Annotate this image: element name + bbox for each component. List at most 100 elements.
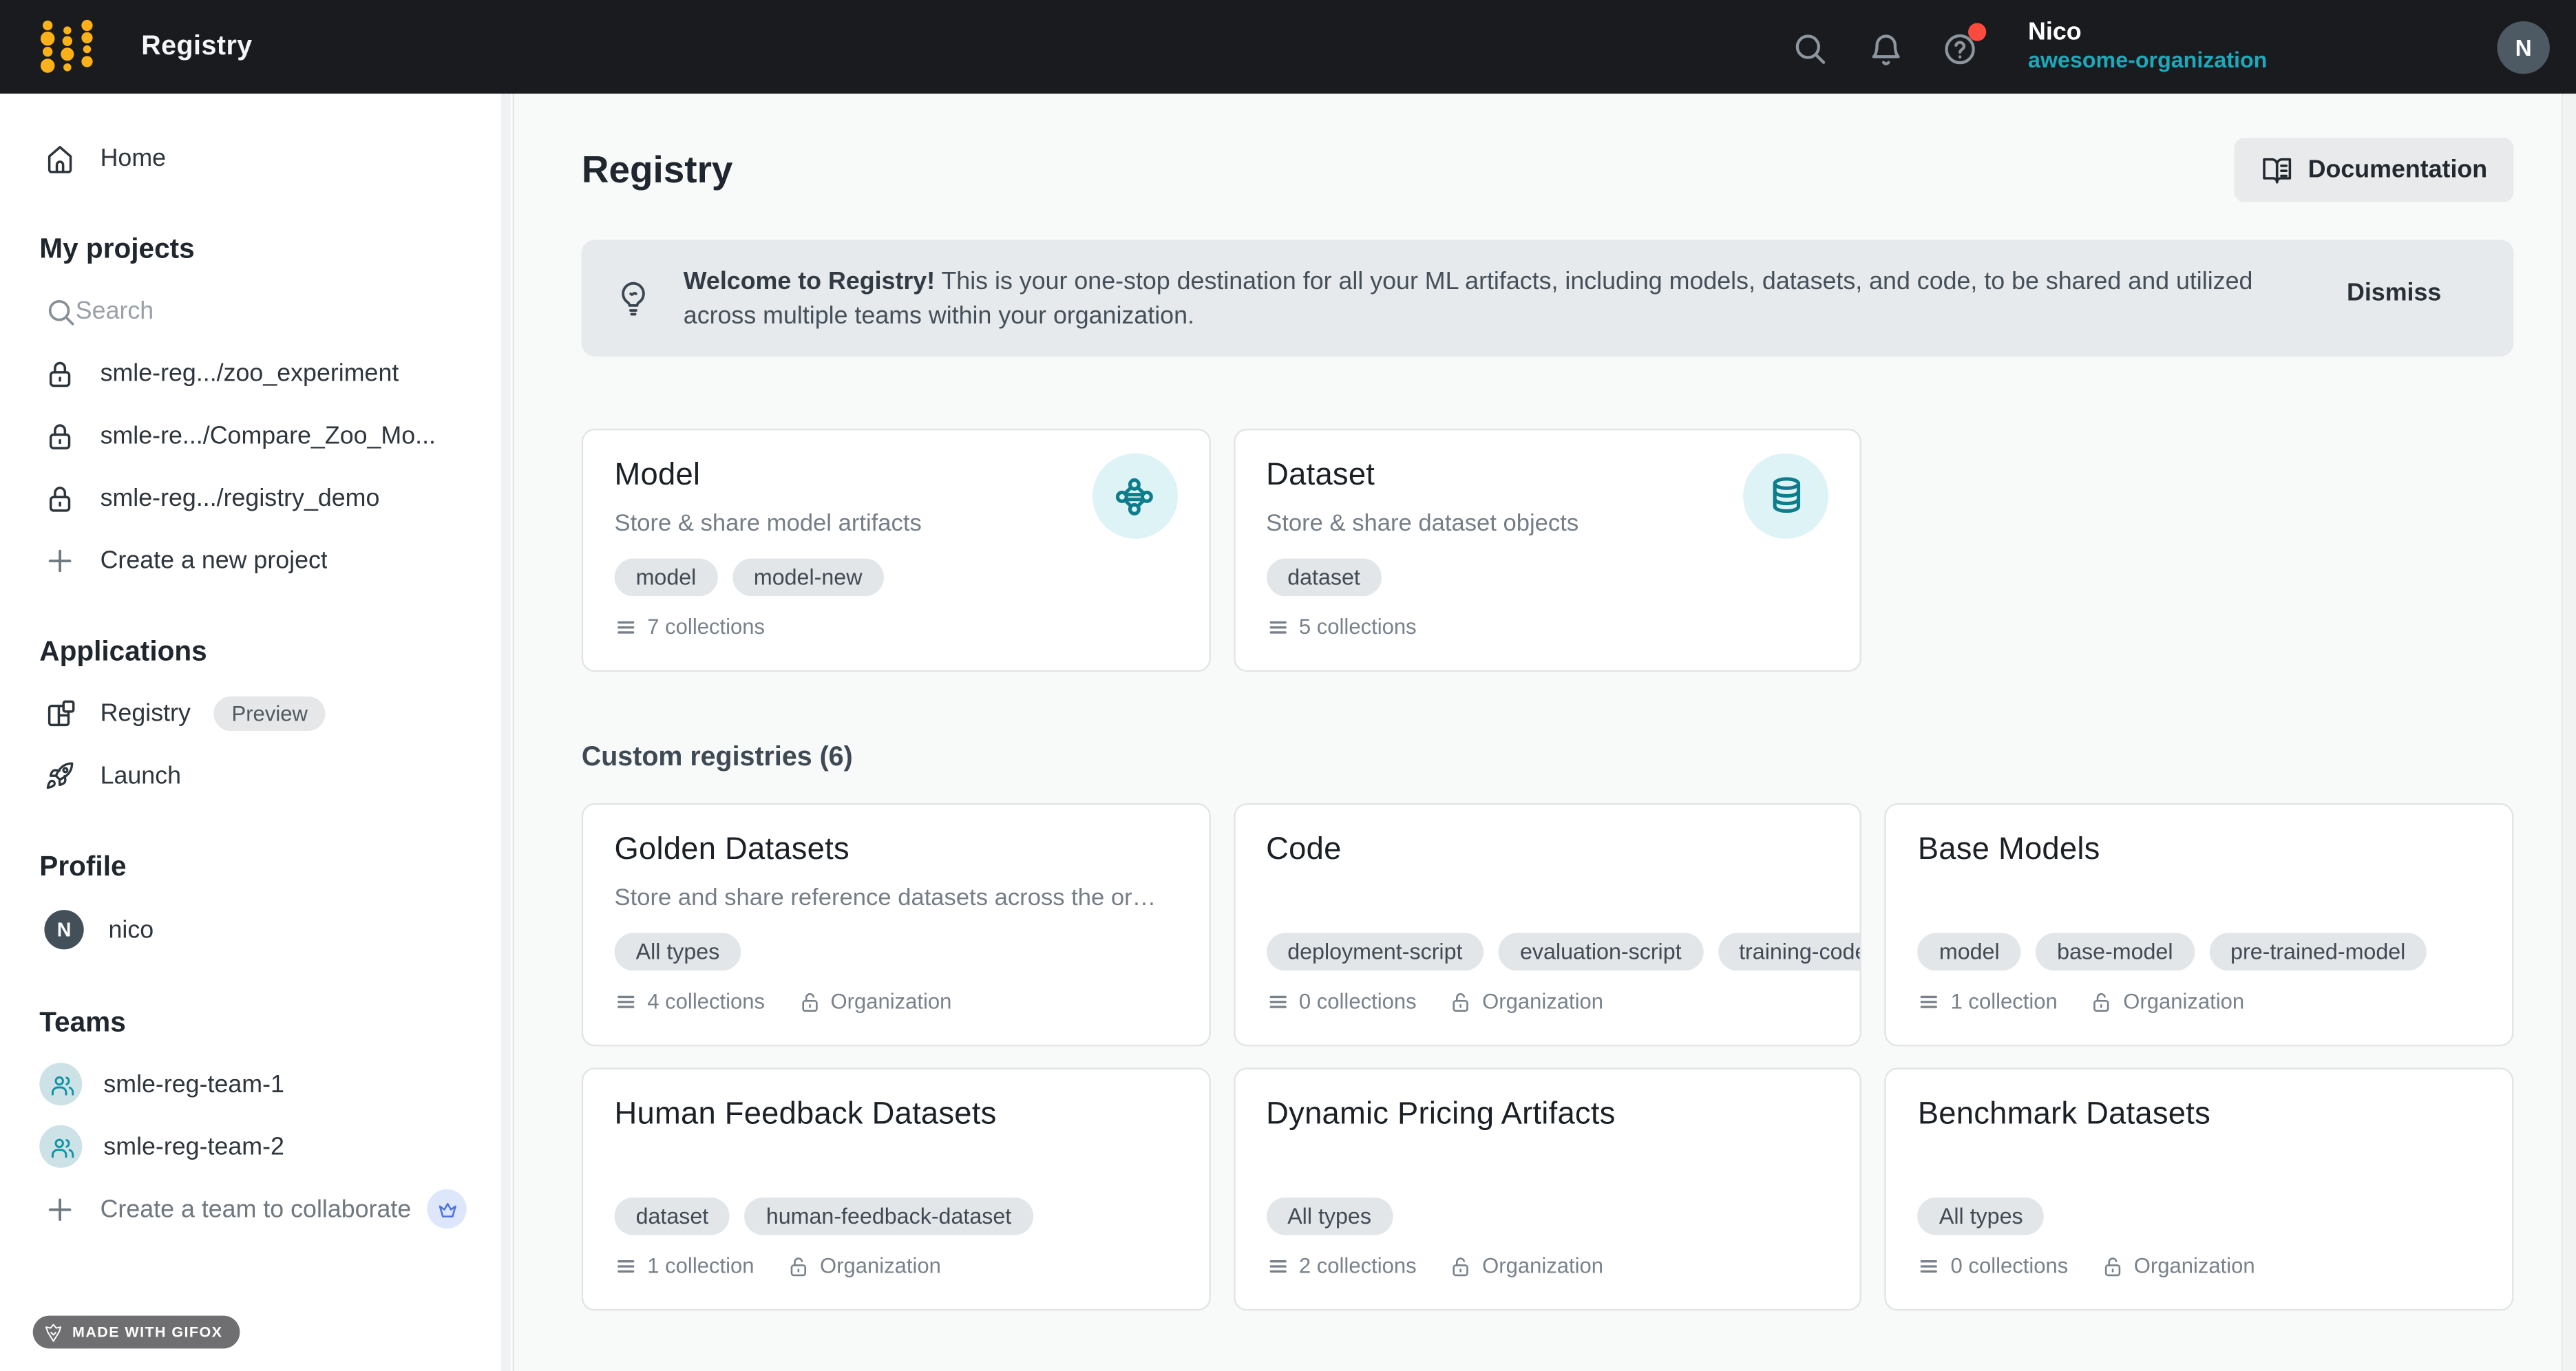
tag: evaluation-script — [1499, 933, 1703, 971]
collections-count: 0 collections — [1951, 1253, 2069, 1278]
unlock-icon — [1449, 990, 1472, 1012]
card-footer: 1 collection Organization — [1918, 989, 2244, 1014]
sidebar-team-1[interactable]: smle-reg-team-1 — [0, 1053, 513, 1116]
sidebar-project-registry-demo[interactable]: smle-reg.../registry_demo — [0, 467, 513, 529]
avatar[interactable]: N — [2497, 21, 2549, 73]
sidebar-item-registry[interactable]: Registry Preview — [0, 681, 513, 744]
tag-row: All types — [1266, 1198, 1860, 1235]
users-icon — [39, 1125, 82, 1168]
tag-row: All types — [1918, 1198, 2512, 1235]
registry-card-base-models[interactable]: Base Models model base-model pre-trained… — [1885, 803, 2513, 1046]
card-footer: 0 collections Organization — [1266, 989, 1603, 1014]
registry-card-benchmark-datasets[interactable]: Benchmark Datasets All types 0 collectio… — [1885, 1067, 2513, 1310]
welcome-banner: Welcome to Registry! This is your one-st… — [582, 240, 2514, 356]
visibility-label: Organization — [830, 989, 951, 1014]
visibility-label: Organization — [1482, 989, 1603, 1014]
card-title: Code — [1266, 833, 1829, 869]
search-icon — [44, 295, 75, 326]
dismiss-button[interactable]: Dismiss — [2347, 279, 2441, 308]
help-icon[interactable] — [1943, 29, 1979, 65]
unlock-icon — [1449, 1254, 1472, 1277]
card-footer: 0 collections Organization — [1918, 1253, 2255, 1278]
search-icon[interactable] — [1791, 29, 1828, 65]
tag: All types — [1266, 1198, 1393, 1235]
tag: All types — [1918, 1198, 2045, 1235]
team-label: smle-reg-team-2 — [103, 1132, 284, 1160]
tag-row: All types — [615, 933, 1209, 971]
lock-icon — [44, 420, 75, 451]
lock-icon — [44, 482, 75, 513]
card-title: Benchmark Datasets — [1918, 1097, 2481, 1134]
sidebar-item-label: Home — [101, 144, 166, 172]
welcome-text-bold: Welcome to Registry! — [684, 267, 935, 295]
create-team-label: Create a team to collaborate — [101, 1195, 412, 1223]
search-input[interactable] — [76, 297, 404, 325]
project-search — [0, 279, 513, 342]
tag-row: deployment-script evaluation-script trai… — [1266, 933, 1860, 971]
lightbulb-icon — [615, 279, 653, 317]
gifox-watermark: MADE WITH GIFOX — [33, 1316, 240, 1349]
app-title: Registry — [141, 31, 252, 62]
card-title: Golden Datasets — [615, 833, 1178, 869]
registry-card-human-feedback-datasets[interactable]: Human Feedback Datasets dataset human-fe… — [582, 1067, 1210, 1310]
registry-card-model[interactable]: Model Store & share model artifacts mode… — [582, 429, 1210, 672]
collections-count: 2 collections — [1299, 1253, 1417, 1278]
applications-heading: Applications — [0, 622, 513, 681]
plus-icon — [44, 1193, 75, 1224]
model-icon — [1092, 454, 1177, 539]
app-label: Registry — [101, 699, 191, 727]
collections-icon — [615, 990, 637, 1012]
registry-card-golden-datasets[interactable]: Golden Datasets Store and share referenc… — [582, 803, 1210, 1046]
collections-count: 1 collection — [1951, 989, 2058, 1014]
registry-card-code[interactable]: Code deployment-script evaluation-script… — [1233, 803, 1861, 1046]
create-team-button[interactable]: Create a team to collaborate — [0, 1178, 513, 1240]
card-footer: 4 collections Organization — [615, 989, 952, 1014]
collections-icon — [615, 1254, 637, 1277]
lock-icon — [44, 357, 75, 388]
unlock-icon — [798, 990, 821, 1012]
unlock-icon — [2091, 990, 2113, 1012]
sidebar-item-profile-nico[interactable]: N nico — [0, 897, 513, 962]
sidebar: Home My projects smle-reg.../zoo_experim… — [0, 94, 514, 1371]
collections-count: 7 collections — [647, 615, 765, 639]
app-label: Launch — [101, 761, 181, 789]
app-window: Registry Nico awesome-organization N Hom… — [0, 0, 2576, 1371]
collections-icon — [1266, 990, 1289, 1012]
sidebar-item-launch[interactable]: Launch — [0, 744, 513, 807]
profile-heading: Profile — [0, 838, 513, 897]
card-description: Store & share dataset objects — [1266, 511, 1808, 537]
collections-count: 1 collection — [647, 1253, 754, 1278]
wandb-logo[interactable] — [39, 14, 95, 79]
tag-row: model model-new — [615, 558, 1209, 596]
crown-icon — [427, 1189, 467, 1229]
tag: model-new — [732, 558, 884, 596]
project-label: smle-reg.../registry_demo — [101, 484, 380, 512]
notification-dot — [1969, 22, 1987, 40]
registry-card-dynamic-pricing-artifacts[interactable]: Dynamic Pricing Artifacts All types 2 co… — [1233, 1067, 1861, 1310]
bell-icon[interactable] — [1867, 29, 1903, 65]
create-project-label: Create a new project — [101, 546, 328, 575]
create-project-button[interactable]: Create a new project — [0, 529, 513, 591]
card-title: Human Feedback Datasets — [615, 1097, 1178, 1134]
visibility-label: Organization — [2123, 989, 2244, 1014]
main-content: Registry Documentation Welcome to Regist… — [514, 94, 2576, 1371]
collections-count: 0 collections — [1299, 989, 1417, 1014]
collections-icon — [1918, 1254, 1941, 1277]
card-title: Base Models — [1918, 833, 2481, 869]
fox-icon — [43, 1321, 64, 1343]
gifox-label: MADE WITH GIFOX — [72, 1324, 222, 1341]
sidebar-team-2[interactable]: smle-reg-team-2 — [0, 1115, 513, 1178]
documentation-button[interactable]: Documentation — [2234, 138, 2513, 202]
tag: model — [1918, 933, 2021, 971]
tag: model — [615, 558, 718, 596]
card-footer: 7 collections — [615, 615, 765, 639]
sidebar-project-zoo-experiment[interactable]: smle-reg.../zoo_experiment — [0, 341, 513, 404]
registry-card-dataset[interactable]: Dataset Store & share dataset objects da… — [1233, 429, 1861, 672]
card-footer: 1 collection Organization — [615, 1253, 941, 1278]
sidebar-project-compare-zoo[interactable]: smle-re.../Compare_Zoo_Mo... — [0, 404, 513, 467]
user-name: Nico — [2028, 18, 2267, 49]
book-icon — [2260, 153, 2293, 187]
sidebar-item-home[interactable]: Home — [0, 127, 513, 189]
collections-icon — [615, 615, 637, 638]
user-menu[interactable]: Nico awesome-organization — [2028, 18, 2267, 76]
